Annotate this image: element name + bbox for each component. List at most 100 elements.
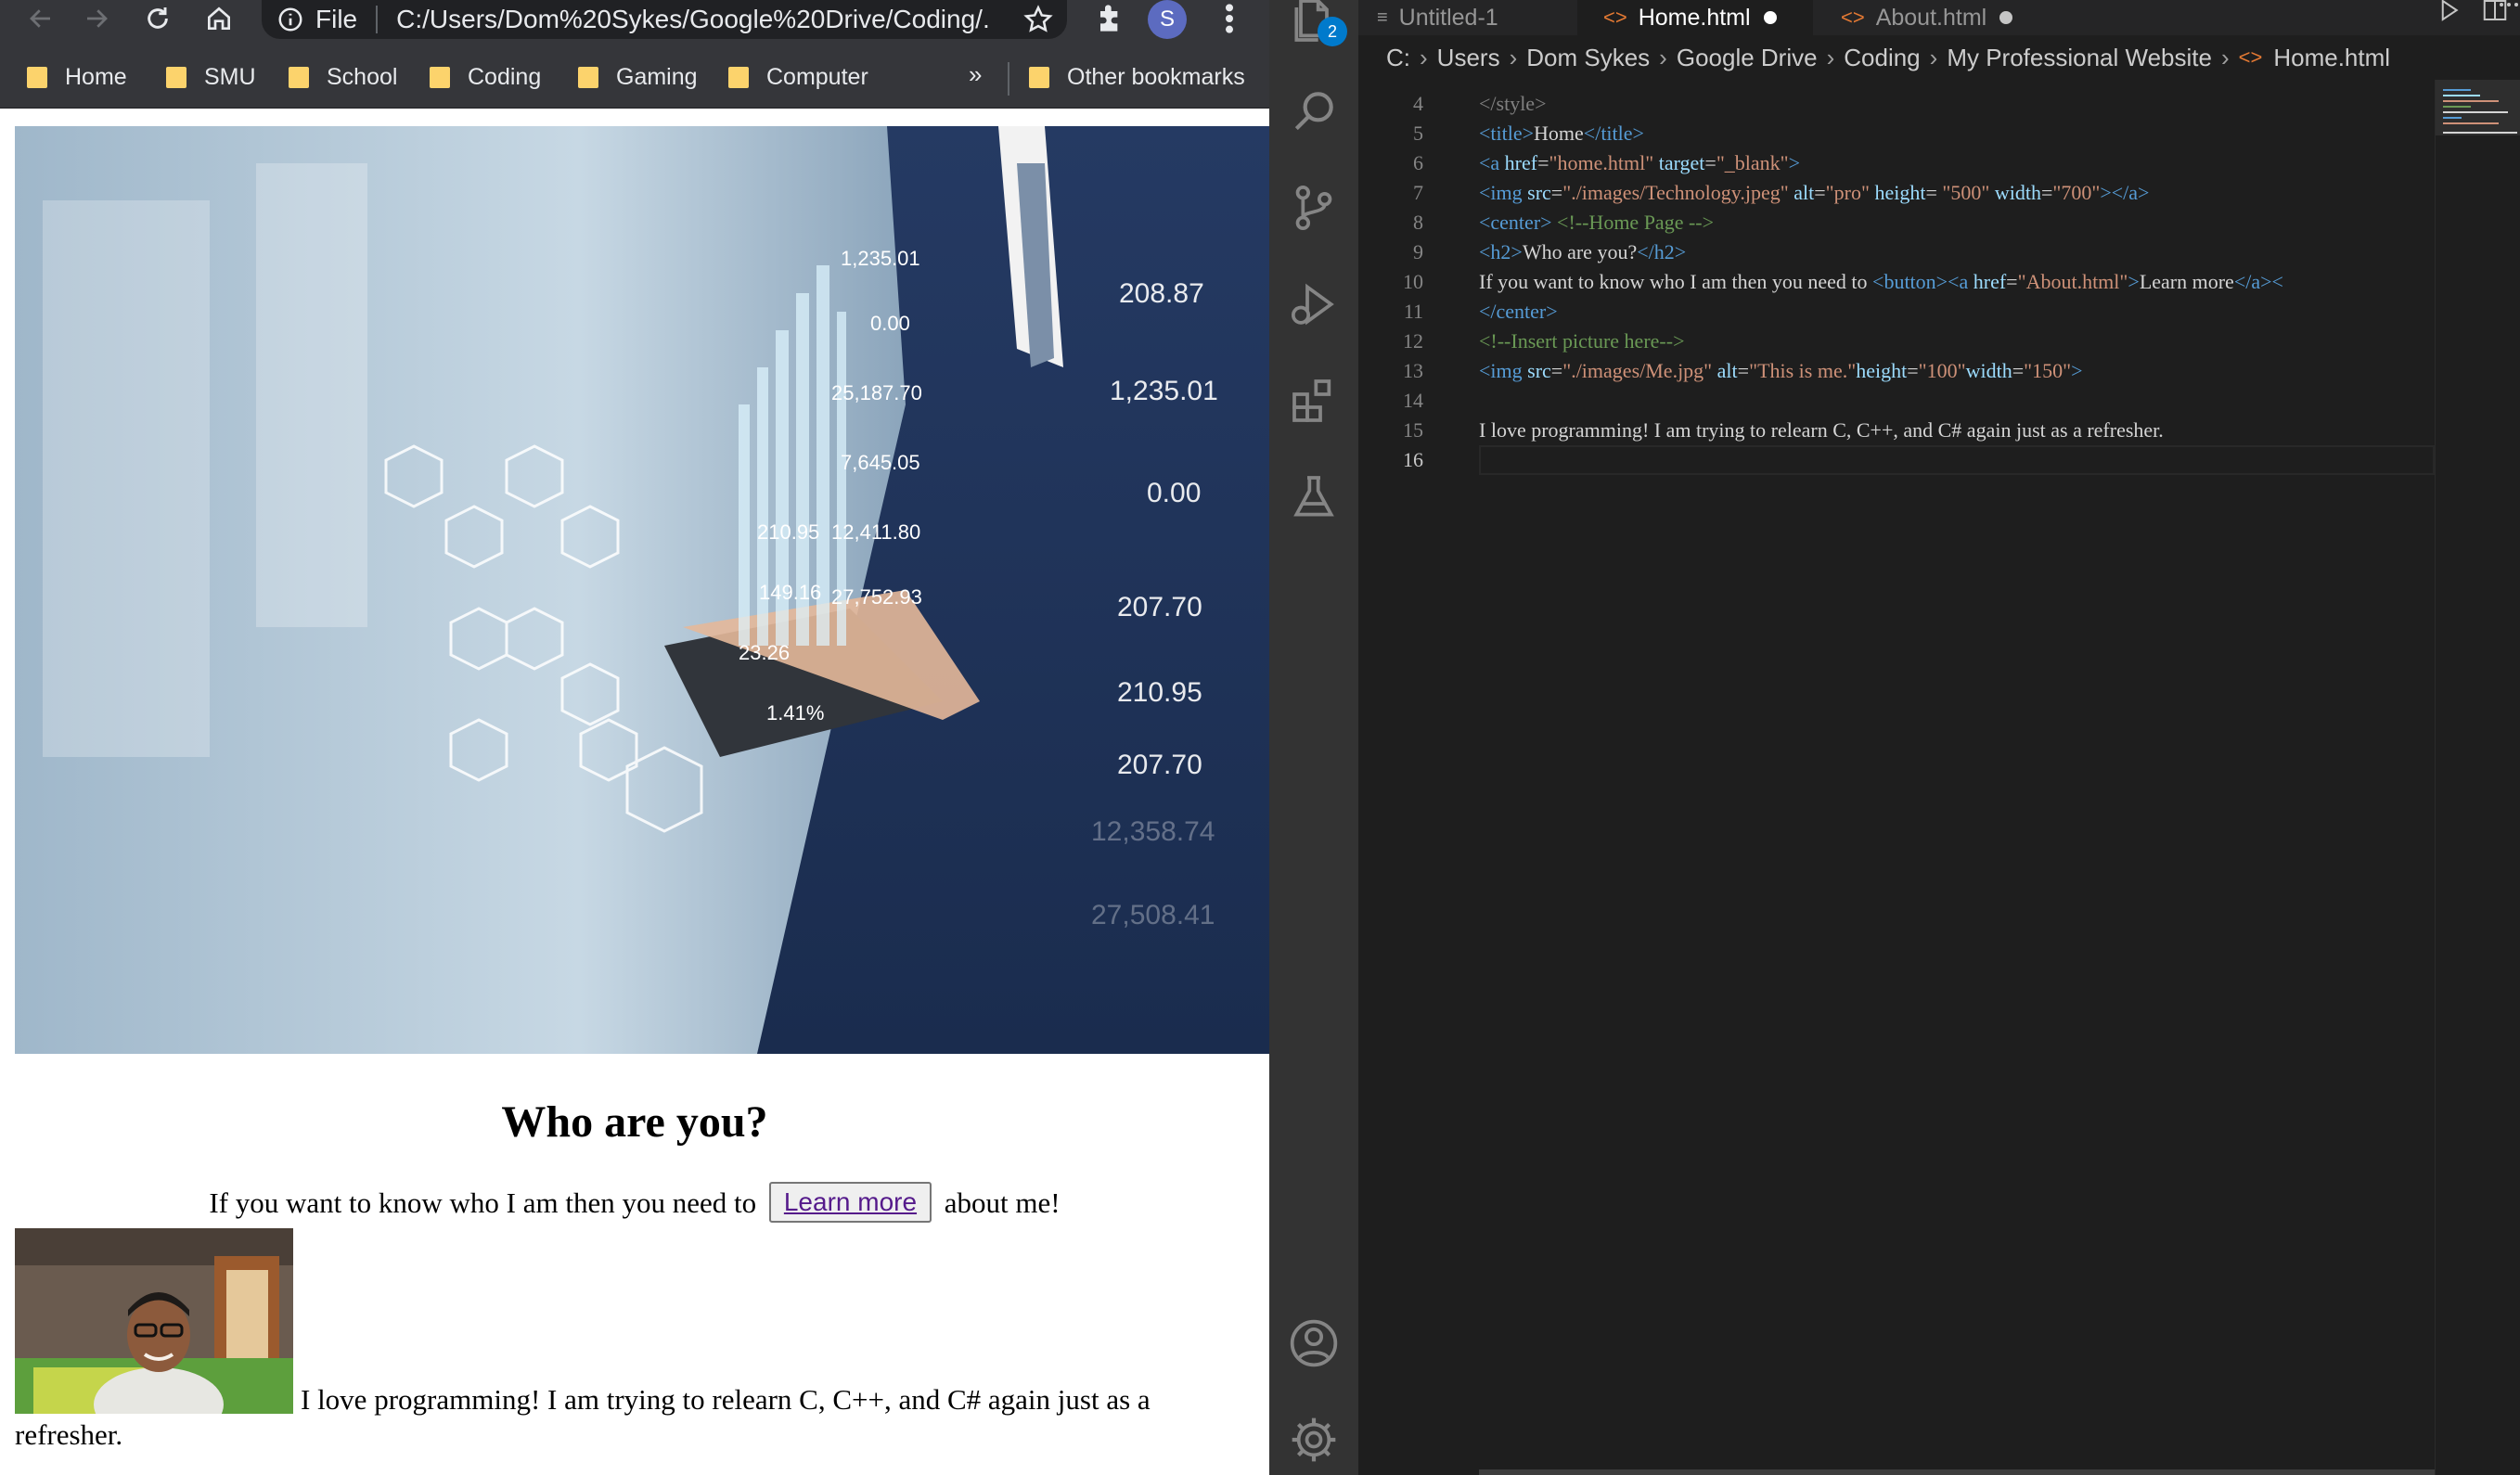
bookmarks-divider — [1008, 62, 1009, 96]
settings-gear-icon[interactable] — [1288, 1414, 1340, 1466]
code-line-6: <a href="home.html" target="_blank"> — [1479, 151, 1801, 174]
code-line-8: <center> <!--Home Page --> — [1479, 211, 1715, 234]
breadcrumb-item[interactable]: Dom Sykes — [1526, 44, 1650, 72]
chevron-right-icon: › — [1929, 43, 1938, 71]
code-line-11: </center> — [1479, 300, 1558, 323]
code-line-9: <h2>Who are you?</h2> — [1479, 240, 1687, 263]
code-editor[interactable]: 4 5 6 7 8 9 10 11 12 13 14 15 16 </style… — [1358, 80, 2435, 1475]
kebab-menu-icon[interactable] — [1215, 0, 1243, 37]
reload-button[interactable] — [132, 0, 184, 37]
info-icon[interactable] — [275, 4, 306, 35]
file-lines-icon: ≡ — [1377, 6, 1388, 28]
folder-icon — [578, 67, 598, 88]
breadcrumb-item[interactable]: C: — [1386, 44, 1410, 72]
bookmark-computer[interactable]: Computer — [727, 60, 868, 94]
breadcrumb: C: › Users › Dom Sykes › Google Drive › Codi… — [1358, 35, 2520, 80]
bookmark-school[interactable]: School — [288, 60, 397, 94]
chevron-right-icon: › — [2220, 43, 2230, 71]
more-actions-icon[interactable] — [2498, 0, 2520, 22]
hero-number: 208.87 — [1119, 278, 1204, 309]
testing-flask-icon[interactable] — [1288, 471, 1340, 523]
unsaved-dot-icon[interactable] — [1763, 11, 1777, 24]
folder-icon — [27, 67, 47, 88]
puzzle-icon[interactable] — [1091, 2, 1128, 39]
hero-number: 27,508.41 — [1091, 900, 1215, 930]
line-number: 6 — [1413, 151, 1423, 174]
breadcrumb-item[interactable]: My Professional Website — [1947, 44, 2212, 72]
hero-number: 207.70 — [1117, 750, 1202, 780]
hero-image[interactable]: 1,235.01 0.00 25,187.70 7,645.05 12,411.… — [15, 126, 1269, 1054]
vscode-window: 2 ≡ Untitled-1 <> Home.html <> About.htm… — [1269, 0, 2520, 1475]
account-icon[interactable] — [1288, 1317, 1340, 1369]
breadcrumb-item[interactable]: Coding — [1844, 44, 1920, 72]
home-button[interactable] — [193, 0, 245, 37]
minimap-preview — [2443, 89, 2517, 134]
hero-number: 210.95 — [757, 520, 819, 544]
editor-tabs: ≡ Untitled-1 <> Home.html <> About.html — [1358, 0, 2520, 35]
learn-more-button[interactable]: Learn more — [768, 1182, 932, 1223]
source-control-icon[interactable] — [1288, 182, 1340, 234]
breadcrumb-item[interactable]: Users — [1437, 44, 1500, 72]
url-text[interactable]: C:/Users/Dom%20Sykes/Google%20Drive/Codi… — [396, 5, 990, 34]
learn-more-link[interactable]: Learn more — [784, 1187, 917, 1216]
scheme-label: File — [315, 5, 358, 33]
line-number: 16 — [1403, 448, 1423, 471]
web-page: 1,235.01 0.00 25,187.70 7,645.05 12,411.… — [0, 109, 1269, 1475]
run-icon[interactable] — [2435, 0, 2462, 24]
hero-number: 1.41% — [766, 701, 824, 725]
home-icon — [208, 6, 230, 30]
html-file-icon: <> — [1603, 6, 1627, 29]
bookmark-gaming[interactable]: Gaming — [577, 60, 698, 94]
technology-image: 1,235.01 0.00 25,187.70 7,645.05 12,411.… — [15, 126, 1269, 1054]
folder-icon — [430, 67, 450, 88]
chevron-right-icon: › — [1420, 43, 1428, 71]
code-line-12: <!--Insert picture here--> — [1479, 329, 1685, 353]
activity-bar: 2 — [1269, 0, 1358, 1475]
code-line-4: </style> — [1479, 92, 1547, 115]
chevron-right-icon: › — [1826, 43, 1835, 71]
breadcrumb-item[interactable]: Home.html — [2273, 44, 2390, 72]
bookmark-home[interactable]: Home — [26, 60, 127, 94]
tab-about-html[interactable]: <> About.html — [1813, 0, 2032, 35]
run-debug-icon[interactable] — [1288, 278, 1340, 330]
hero-number: 12,411.80 — [831, 520, 920, 544]
hero-number: 23.26 — [739, 641, 790, 664]
line-number: 7 — [1413, 181, 1423, 204]
chevron-right-icon: › — [1509, 43, 1518, 71]
line-number: 8 — [1413, 211, 1423, 234]
hero-number: 27,752.93 — [831, 585, 922, 609]
unsaved-dot-icon[interactable] — [1999, 11, 2013, 24]
html-file-icon: <> — [2238, 45, 2263, 69]
arrow-left-icon — [30, 9, 50, 28]
browser-window: File C:/Users/Dom%20Sykes/Google%20Drive… — [0, 0, 1269, 1475]
horizontal-scrollbar[interactable] — [1479, 1469, 2435, 1475]
bookmark-smu[interactable]: SMU — [165, 60, 256, 94]
tab-home-html[interactable]: <> Home.html — [1577, 0, 1813, 35]
line-number: 12 — [1403, 329, 1423, 353]
tab-untitled-1[interactable]: ≡ Untitled-1 — [1358, 0, 1577, 35]
other-bookmarks[interactable]: Other bookmarks — [1028, 60, 1245, 94]
line-number: 9 — [1413, 240, 1423, 263]
bookmark-coding[interactable]: Coding — [429, 60, 541, 94]
star-icon[interactable] — [1022, 4, 1054, 35]
intro-before: If you want to know who I am then you ne… — [209, 1186, 757, 1220]
folder-icon — [728, 67, 749, 88]
breadcrumb-item[interactable]: Google Drive — [1677, 44, 1818, 72]
reload-icon — [148, 7, 168, 29]
extensions-icon[interactable] — [1288, 375, 1340, 427]
hero-number: 207.70 — [1117, 592, 1202, 622]
back-button[interactable] — [15, 0, 67, 37]
about-paragraph: I love programming! I am trying to relea… — [15, 1383, 1151, 1451]
search-icon[interactable] — [1288, 85, 1340, 137]
line-number: 4 — [1413, 92, 1423, 115]
hero-number: 0.00 — [1147, 478, 1201, 508]
hero-number: 210.95 — [1117, 677, 1202, 708]
hero-number: 0.00 — [870, 312, 910, 335]
minimap[interactable] — [2435, 80, 2520, 1475]
forward-button[interactable] — [71, 0, 122, 37]
bookmarks-overflow-button[interactable]: » — [969, 60, 982, 89]
code-line-15: I love programming! I am trying to relea… — [1479, 418, 2164, 442]
hero-number: 149.16 — [759, 581, 821, 604]
address-bar[interactable]: File C:/Users/Dom%20Sykes/Google%20Drive… — [262, 0, 1067, 39]
profile-avatar[interactable]: S — [1148, 0, 1187, 39]
